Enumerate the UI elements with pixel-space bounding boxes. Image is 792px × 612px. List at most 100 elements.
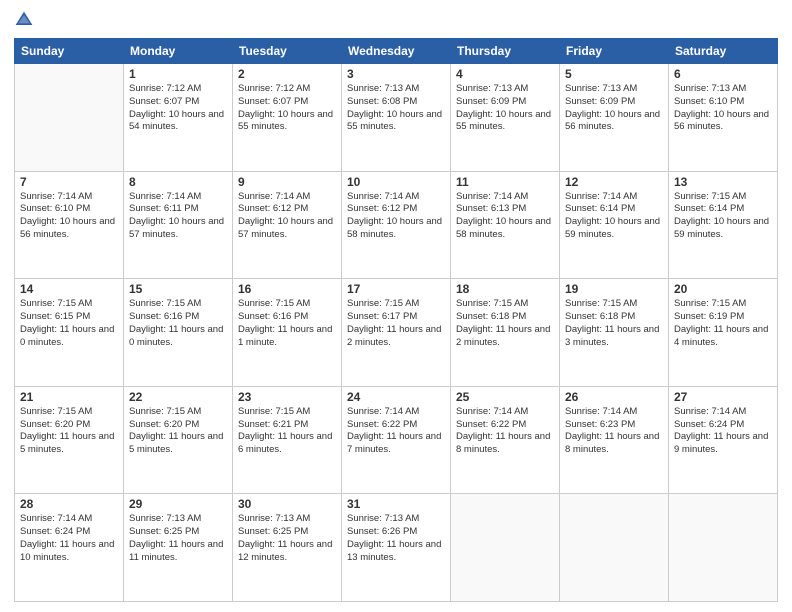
cell-day-number: 21	[20, 390, 118, 404]
calendar-day-header: Friday	[560, 39, 669, 64]
calendar-cell	[560, 494, 669, 602]
calendar-cell: 7Sunrise: 7:14 AM Sunset: 6:10 PM Daylig…	[15, 171, 124, 279]
cell-info: Sunrise: 7:13 AM Sunset: 6:08 PM Dayligh…	[347, 83, 445, 134]
cell-day-number: 15	[129, 282, 227, 296]
cell-day-number: 18	[456, 282, 554, 296]
page: SundayMondayTuesdayWednesdayThursdayFrid…	[0, 0, 792, 612]
calendar-cell: 23 Sunrise: 7:15 AM Sunset: 6:21 PM Dayli…	[233, 386, 342, 494]
calendar-cell: 24Sunrise: 7:14 AM Sunset: 6:22 PM Dayli…	[342, 386, 451, 494]
cell-day-number: 13	[674, 175, 772, 189]
calendar-cell: 10 Sunrise: 7:14 AM Sunset: 6:12 PM Dayli…	[342, 171, 451, 279]
cell-info: Sunrise: 7:15 AM Sunset: 6:21 PM Dayligh…	[238, 406, 336, 457]
calendar-week-row: 1 Sunrise: 7:12 AM Sunset: 6:07 PM Daylig…	[15, 64, 778, 172]
cell-info: Sunrise: 7:13 AM Sunset: 6:26 PM Dayligh…	[347, 513, 445, 564]
calendar-cell: 1 Sunrise: 7:12 AM Sunset: 6:07 PM Daylig…	[124, 64, 233, 172]
cell-info: Sunrise: 7:13 AM Sunset: 6:25 PM Dayligh…	[238, 513, 336, 564]
calendar-cell: 14 Sunrise: 7:15 AM Sunset: 6:15 PM Dayli…	[15, 279, 124, 387]
calendar-cell: 11 Sunrise: 7:14 AM Sunset: 6:13 PM Dayli…	[451, 171, 560, 279]
calendar-cell: 17 Sunrise: 7:15 AM Sunset: 6:17 PM Dayli…	[342, 279, 451, 387]
calendar-cell: 25 Sunrise: 7:14 AM Sunset: 6:22 PM Dayli…	[451, 386, 560, 494]
cell-day-number: 10	[347, 175, 445, 189]
calendar-cell: 3 Sunrise: 7:13 AM Sunset: 6:08 PM Daylig…	[342, 64, 451, 172]
cell-info: Sunrise: 7:14 AM Sunset: 6:22 PM Dayligh…	[456, 406, 554, 457]
calendar-cell	[15, 64, 124, 172]
cell-info: Sunrise: 7:15 AM Sunset: 6:18 PM Dayligh…	[456, 298, 554, 349]
cell-day-number: 7	[20, 175, 118, 189]
calendar-cell: 19 Sunrise: 7:15 AM Sunset: 6:18 PM Dayli…	[560, 279, 669, 387]
cell-info: Sunrise: 7:12 AM Sunset: 6:07 PM Dayligh…	[129, 83, 227, 134]
cell-info: Sunrise: 7:15 AM Sunset: 6:19 PM Dayligh…	[674, 298, 772, 349]
cell-day-number: 16	[238, 282, 336, 296]
cell-day-number: 1	[129, 67, 227, 81]
cell-info: Sunrise: 7:15 AM Sunset: 6:18 PM Dayligh…	[565, 298, 663, 349]
cell-day-number: 28	[20, 497, 118, 511]
cell-info: Sunrise: 7:14 AM Sunset: 6:11 PM Dayligh…	[129, 191, 227, 242]
cell-info: Sunrise: 7:13 AM Sunset: 6:09 PM Dayligh…	[565, 83, 663, 134]
cell-info: Sunrise: 7:15 AM Sunset: 6:14 PM Dayligh…	[674, 191, 772, 242]
calendar-day-header: Sunday	[15, 39, 124, 64]
calendar-cell: 5 Sunrise: 7:13 AM Sunset: 6:09 PM Daylig…	[560, 64, 669, 172]
cell-day-number: 3	[347, 67, 445, 81]
cell-day-number: 12	[565, 175, 663, 189]
cell-day-number: 17	[347, 282, 445, 296]
cell-info: Sunrise: 7:14 AM Sunset: 6:23 PM Dayligh…	[565, 406, 663, 457]
cell-day-number: 14	[20, 282, 118, 296]
calendar-cell: 15Sunrise: 7:15 AM Sunset: 6:16 PM Dayli…	[124, 279, 233, 387]
calendar-cell: 20Sunrise: 7:15 AM Sunset: 6:19 PM Dayli…	[669, 279, 778, 387]
cell-info: Sunrise: 7:14 AM Sunset: 6:13 PM Dayligh…	[456, 191, 554, 242]
cell-info: Sunrise: 7:13 AM Sunset: 6:25 PM Dayligh…	[129, 513, 227, 564]
logo-icon	[14, 10, 34, 30]
calendar-table: SundayMondayTuesdayWednesdayThursdayFrid…	[14, 38, 778, 602]
calendar-cell: 13 Sunrise: 7:15 AM Sunset: 6:14 PM Dayli…	[669, 171, 778, 279]
cell-day-number: 23	[238, 390, 336, 404]
cell-info: Sunrise: 7:15 AM Sunset: 6:17 PM Dayligh…	[347, 298, 445, 349]
cell-day-number: 11	[456, 175, 554, 189]
calendar-cell: 16 Sunrise: 7:15 AM Sunset: 6:16 PM Dayli…	[233, 279, 342, 387]
calendar-cell: 27 Sunrise: 7:14 AM Sunset: 6:24 PM Dayli…	[669, 386, 778, 494]
cell-day-number: 27	[674, 390, 772, 404]
cell-info: Sunrise: 7:15 AM Sunset: 6:20 PM Dayligh…	[20, 406, 118, 457]
calendar-cell: 6Sunrise: 7:13 AM Sunset: 6:10 PM Daylig…	[669, 64, 778, 172]
calendar-cell: 2 Sunrise: 7:12 AM Sunset: 6:07 PM Daylig…	[233, 64, 342, 172]
calendar-day-header: Monday	[124, 39, 233, 64]
cell-day-number: 9	[238, 175, 336, 189]
cell-info: Sunrise: 7:14 AM Sunset: 6:12 PM Dayligh…	[238, 191, 336, 242]
calendar-day-header: Saturday	[669, 39, 778, 64]
calendar-cell: 21 Sunrise: 7:15 AM Sunset: 6:20 PM Dayli…	[15, 386, 124, 494]
calendar-week-row: 14 Sunrise: 7:15 AM Sunset: 6:15 PM Dayli…	[15, 279, 778, 387]
calendar-cell: 8 Sunrise: 7:14 AM Sunset: 6:11 PM Daylig…	[124, 171, 233, 279]
cell-day-number: 5	[565, 67, 663, 81]
calendar-cell: 29Sunrise: 7:13 AM Sunset: 6:25 PM Dayli…	[124, 494, 233, 602]
calendar-cell: 4Sunrise: 7:13 AM Sunset: 6:09 PM Daylig…	[451, 64, 560, 172]
cell-day-number: 4	[456, 67, 554, 81]
cell-day-number: 30	[238, 497, 336, 511]
calendar-day-header: Tuesday	[233, 39, 342, 64]
cell-day-number: 2	[238, 67, 336, 81]
cell-day-number: 25	[456, 390, 554, 404]
calendar-week-row: 28 Sunrise: 7:14 AM Sunset: 6:24 PM Dayli…	[15, 494, 778, 602]
cell-info: Sunrise: 7:12 AM Sunset: 6:07 PM Dayligh…	[238, 83, 336, 134]
calendar-week-row: 21 Sunrise: 7:15 AM Sunset: 6:20 PM Dayli…	[15, 386, 778, 494]
calendar-header-row: SundayMondayTuesdayWednesdayThursdayFrid…	[15, 39, 778, 64]
calendar-day-header: Thursday	[451, 39, 560, 64]
cell-info: Sunrise: 7:15 AM Sunset: 6:16 PM Dayligh…	[238, 298, 336, 349]
cell-day-number: 8	[129, 175, 227, 189]
calendar-cell: 31 Sunrise: 7:13 AM Sunset: 6:26 PM Dayli…	[342, 494, 451, 602]
calendar-day-header: Wednesday	[342, 39, 451, 64]
calendar-cell: 22Sunrise: 7:15 AM Sunset: 6:20 PM Dayli…	[124, 386, 233, 494]
cell-info: Sunrise: 7:14 AM Sunset: 6:12 PM Dayligh…	[347, 191, 445, 242]
calendar-week-row: 7Sunrise: 7:14 AM Sunset: 6:10 PM Daylig…	[15, 171, 778, 279]
cell-day-number: 31	[347, 497, 445, 511]
cell-day-number: 6	[674, 67, 772, 81]
cell-day-number: 19	[565, 282, 663, 296]
calendar-cell: 9 Sunrise: 7:14 AM Sunset: 6:12 PM Daylig…	[233, 171, 342, 279]
header	[14, 10, 778, 30]
cell-info: Sunrise: 7:14 AM Sunset: 6:24 PM Dayligh…	[674, 406, 772, 457]
cell-info: Sunrise: 7:15 AM Sunset: 6:20 PM Dayligh…	[129, 406, 227, 457]
calendar-cell	[451, 494, 560, 602]
calendar-cell: 12Sunrise: 7:14 AM Sunset: 6:14 PM Dayli…	[560, 171, 669, 279]
cell-info: Sunrise: 7:14 AM Sunset: 6:24 PM Dayligh…	[20, 513, 118, 564]
cell-info: Sunrise: 7:15 AM Sunset: 6:15 PM Dayligh…	[20, 298, 118, 349]
calendar-cell	[669, 494, 778, 602]
cell-info: Sunrise: 7:14 AM Sunset: 6:22 PM Dayligh…	[347, 406, 445, 457]
